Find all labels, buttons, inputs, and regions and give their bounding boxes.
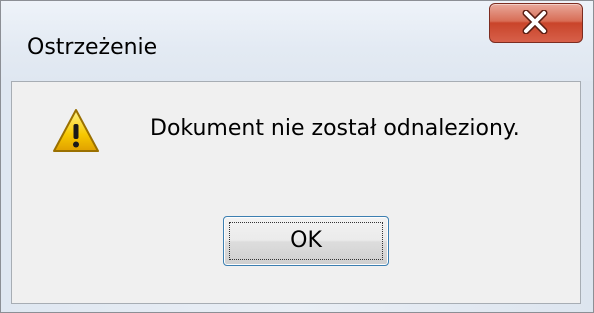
ok-button-label: OK [290,228,322,253]
title-bar[interactable]: Ostrzeżenie [1,1,593,81]
close-button[interactable] [489,3,583,43]
warning-icon [53,109,99,152]
close-icon [522,10,548,34]
dialog-title: Ostrzeżenie [27,35,158,60]
warning-dialog: Ostrzeżenie Dokument nie został odnalezi… [0,0,594,313]
dialog-content: Dokument nie został odnaleziony. OK [11,81,581,304]
dialog-message: Dokument nie został odnaleziony. [150,116,520,141]
ok-button[interactable]: OK [223,216,389,266]
